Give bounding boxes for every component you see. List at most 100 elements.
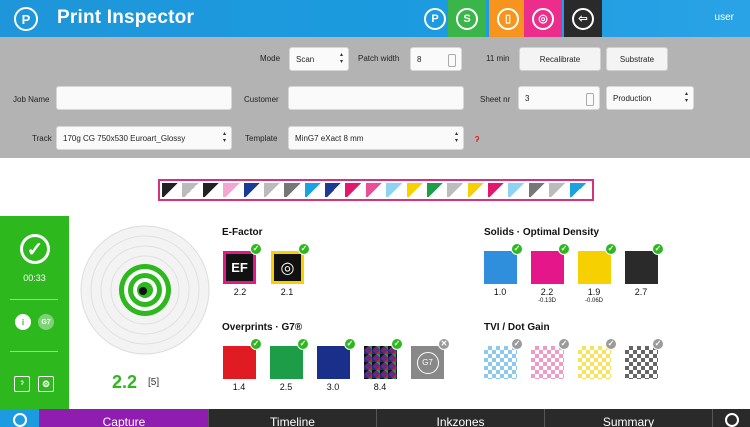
check-badge-icon: ✓ — [605, 243, 617, 255]
mode-label: Mode — [260, 54, 281, 63]
document-icon: ▯ — [497, 7, 519, 30]
check-badge-icon: ✓ — [297, 338, 309, 350]
target-chart — [80, 225, 210, 355]
tvi-tile[interactable] — [484, 346, 517, 379]
efactor-value-ef: 2.2 — [233, 287, 247, 297]
solid-density-value: 1.0 — [493, 287, 507, 297]
recalibrate-button[interactable]: Recalibrate — [519, 47, 601, 71]
g7-tile-icon: G7 — [416, 351, 439, 374]
track-select[interactable]: 170g CG 750x530 Euroart_Glossy — [56, 126, 232, 150]
strip-patch — [325, 183, 344, 197]
check-badge-icon: ✓ — [558, 243, 570, 255]
check-badge-icon: ✓ — [652, 243, 664, 255]
mode-value: Scan — [296, 54, 315, 64]
score-value: 2.2 — [112, 372, 138, 392]
strip-patch — [447, 183, 466, 197]
target-hit-dot — [139, 287, 147, 295]
sheet-nr-input[interactable]: 3 — [518, 86, 600, 110]
time-label: 11 min — [486, 54, 510, 63]
strip-patch — [549, 183, 568, 197]
solids-title: Solids · Optimal Density — [484, 227, 600, 238]
g7-icon[interactable]: G7 — [38, 314, 54, 330]
check-badge-icon: ✓ — [250, 243, 262, 255]
tab-timeline[interactable]: Timeline — [209, 409, 377, 427]
solid-tile[interactable] — [625, 251, 658, 284]
logout-button[interactable]: ⇦ — [564, 0, 602, 37]
target-button[interactable]: ◎ — [524, 0, 562, 37]
ef-label: EF — [231, 260, 248, 275]
sheet-nr-value: 3 — [525, 93, 530, 103]
strip-patch — [508, 183, 527, 197]
check-badge-icon: ✓ — [511, 338, 523, 350]
job-name-label: Job Name — [13, 95, 50, 104]
strip-patch — [467, 183, 486, 197]
user-label[interactable]: user — [715, 12, 734, 23]
strip-patch — [569, 183, 588, 197]
app-logo-icon: P — [14, 7, 38, 31]
bottom-tab-bar: Capture Timeline Inkzones Summary — [0, 409, 750, 427]
score-count: [5] — [148, 377, 160, 388]
more-tab-icon[interactable] — [713, 409, 750, 427]
solid-tile[interactable] — [578, 251, 611, 284]
strip-patch — [365, 183, 385, 197]
app-header: P Print Inspector P S ▯ ◎ ⇦ user — [0, 0, 750, 37]
strip-patch — [426, 183, 446, 197]
tab-capture[interactable]: Capture — [40, 409, 209, 427]
job-name-input[interactable] — [56, 86, 232, 110]
substrate-button[interactable]: S — [448, 0, 486, 37]
overprint-value: 3.0 — [326, 382, 340, 392]
strip-patch — [345, 183, 364, 197]
strip-patch — [162, 183, 181, 197]
strip-patch — [223, 183, 242, 197]
solid-density-value: 2.2 — [540, 287, 554, 297]
template-select[interactable]: MinG7 eXact 8 mm — [288, 126, 464, 150]
overprint-tile[interactable] — [270, 346, 303, 379]
check-badge-icon: ✓ — [344, 338, 356, 350]
overprint-value: 2.5 — [279, 382, 293, 392]
target-label: ◎ — [280, 259, 295, 277]
mode-select[interactable]: Scan — [289, 47, 349, 71]
document-button[interactable]: ▯ — [489, 0, 527, 37]
overprint-value: 8.4 — [373, 382, 387, 392]
pdf-export-icon[interactable]: ˀ — [14, 376, 30, 392]
strip-patch — [202, 183, 222, 197]
info-icon[interactable]: i — [15, 314, 31, 330]
tvi-tile[interactable] — [531, 346, 564, 379]
patch-width-value: 8 — [417, 54, 422, 64]
g7-tile[interactable]: G7 — [411, 346, 444, 379]
solid-delta-value: -0.06D — [584, 298, 603, 304]
solid-density-value: 1.9 — [587, 287, 601, 297]
production-value: Production — [613, 93, 652, 103]
patch-width-input[interactable]: 8 — [410, 47, 462, 71]
tab-summary[interactable]: Summary — [545, 409, 713, 427]
efactor-value-target: 2.1 — [280, 287, 294, 297]
overprint-tile[interactable] — [223, 346, 256, 379]
efactor-tile-ef[interactable]: EF — [223, 251, 256, 284]
overprint-tile[interactable] — [317, 346, 350, 379]
home-tab-icon[interactable] — [0, 409, 40, 427]
tvi-tile[interactable] — [625, 346, 658, 379]
close-badge-icon[interactable]: ✕ — [438, 338, 450, 350]
strip-patch — [243, 183, 262, 197]
check-badge-icon: ✓ — [558, 338, 570, 350]
efactor-title: E-Factor — [222, 227, 263, 238]
sheet-nr-label: Sheet nr — [480, 95, 511, 104]
customer-input[interactable] — [288, 86, 464, 110]
tab-inkzones[interactable]: Inkzones — [377, 409, 545, 427]
overprint-tile[interactable] — [364, 346, 397, 379]
solid-tile[interactable] — [531, 251, 564, 284]
efactor-tile-target[interactable]: ◎ — [271, 251, 304, 284]
check-badge-icon: ✓ — [605, 338, 617, 350]
check-badge-icon: ✓ — [511, 243, 523, 255]
pdf-settings-icon[interactable]: ⚙ — [38, 376, 54, 392]
tvi-tile[interactable] — [578, 346, 611, 379]
strip-patch — [304, 183, 323, 197]
solid-tile[interactable] — [484, 251, 517, 284]
track-value: 170g CG 750x530 Euroart_Glossy — [63, 133, 186, 143]
pdf-icon[interactable]: ˀ — [470, 133, 484, 149]
production-select[interactable]: Production — [606, 86, 694, 110]
check-icon: ✓ — [20, 234, 50, 264]
check-badge-icon: ✓ — [298, 243, 310, 255]
strip-patch — [263, 183, 283, 197]
substrate-button[interactable]: Substrate — [606, 47, 668, 71]
